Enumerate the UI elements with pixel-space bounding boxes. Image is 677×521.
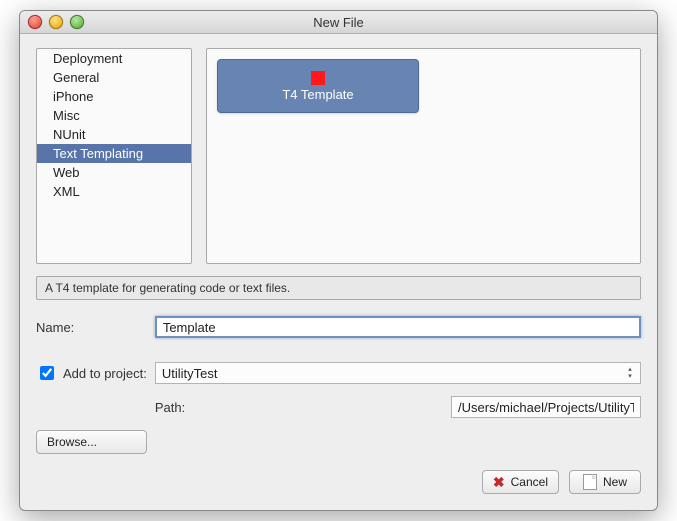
template-description: A T4 template for generating code or tex… bbox=[36, 276, 641, 300]
chevron-updown-icon[interactable]: ▴▾ bbox=[623, 365, 637, 381]
new-button-label: New bbox=[603, 475, 627, 489]
template-tile-label: T4 Template bbox=[282, 87, 353, 102]
add-to-project-checkbox[interactable] bbox=[40, 366, 54, 380]
category-item-nunit[interactable]: NUnit bbox=[37, 125, 191, 144]
category-list: Deployment General iPhone Misc NUnit Tex… bbox=[37, 49, 191, 201]
category-item-web[interactable]: Web bbox=[37, 163, 191, 182]
category-list-pane: Deployment General iPhone Misc NUnit Tex… bbox=[36, 48, 192, 264]
zoom-icon[interactable] bbox=[70, 15, 84, 29]
close-icon[interactable] bbox=[28, 15, 42, 29]
t4-template-icon bbox=[311, 71, 325, 85]
browse-button[interactable]: Browse... bbox=[36, 430, 147, 454]
category-item-general[interactable]: General bbox=[37, 68, 191, 87]
cancel-icon: ✖ bbox=[493, 474, 505, 491]
category-item-deployment[interactable]: Deployment bbox=[37, 49, 191, 68]
form-area: Name: Add to project: ▴▾ Path: Browse... bbox=[36, 316, 641, 454]
traffic-lights bbox=[20, 15, 84, 29]
new-file-icon bbox=[583, 474, 597, 490]
name-label: Name: bbox=[36, 320, 147, 335]
template-tile-pane: T4 Template bbox=[206, 48, 641, 264]
cancel-button-label: Cancel bbox=[511, 475, 548, 489]
category-item-iphone[interactable]: iPhone bbox=[37, 87, 191, 106]
titlebar: New File bbox=[20, 11, 657, 34]
path-label: Path: bbox=[155, 400, 443, 415]
project-combo[interactable] bbox=[155, 362, 641, 384]
new-button[interactable]: New bbox=[569, 470, 641, 494]
selector-panes: Deployment General iPhone Misc NUnit Tex… bbox=[36, 48, 641, 264]
add-to-project-label: Add to project: bbox=[63, 366, 147, 381]
browse-button-label: Browse... bbox=[47, 435, 97, 449]
content-area: Deployment General iPhone Misc NUnit Tex… bbox=[20, 34, 657, 510]
name-input[interactable] bbox=[155, 316, 641, 338]
category-item-text-templating[interactable]: Text Templating bbox=[37, 144, 191, 163]
dialog-footer: ✖ Cancel New bbox=[36, 470, 641, 494]
template-tile-t4[interactable]: T4 Template bbox=[217, 59, 419, 113]
minimize-icon[interactable] bbox=[49, 15, 63, 29]
window-title: New File bbox=[20, 15, 657, 30]
dialog-window: New File Deployment General iPhone Misc … bbox=[19, 10, 658, 511]
path-input[interactable] bbox=[451, 396, 641, 418]
cancel-button[interactable]: ✖ Cancel bbox=[482, 470, 559, 494]
category-item-misc[interactable]: Misc bbox=[37, 106, 191, 125]
category-item-xml[interactable]: XML bbox=[37, 182, 191, 201]
